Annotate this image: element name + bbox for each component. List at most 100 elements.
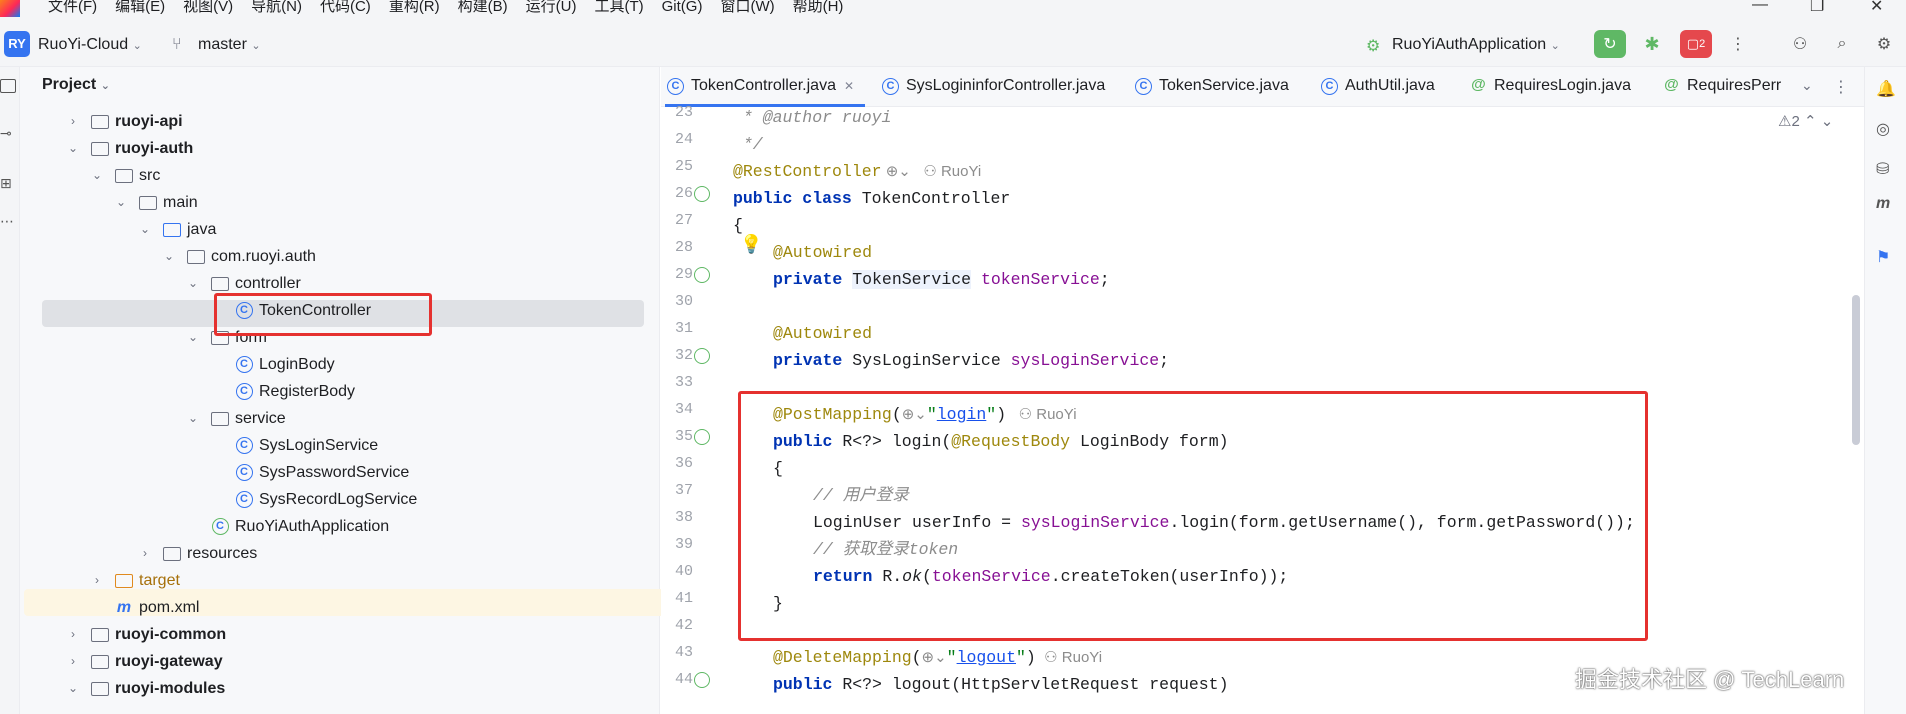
chevron-up-icon[interactable]: ⌃ bbox=[1804, 113, 1817, 130]
stop-button[interactable]: ▢ 2 bbox=[1680, 30, 1712, 58]
run-config-selector[interactable]: RuoYiAuthApplication ⌄ bbox=[1392, 36, 1560, 54]
endpoint-gutter-icon[interactable] bbox=[694, 429, 710, 445]
bean-gutter-icon[interactable] bbox=[694, 186, 710, 202]
endpoints-icon[interactable]: ⚑ bbox=[1876, 247, 1890, 267]
autowired-gutter-icon[interactable] bbox=[694, 348, 710, 364]
add-user-button[interactable]: ⚇ bbox=[1784, 30, 1816, 58]
autowired-gutter-icon[interactable] bbox=[694, 267, 710, 283]
database-icon[interactable]: ⛁ bbox=[1876, 159, 1889, 179]
tree-item-syspasswordservice[interactable]: C SysPasswordService bbox=[234, 459, 409, 486]
tab-sysloginifor[interactable]: C SysLogininforController.java bbox=[882, 77, 1105, 95]
tree-item-pom[interactable]: m pom.xml bbox=[114, 594, 200, 621]
lightbulb-icon[interactable]: 💡 bbox=[740, 233, 762, 260]
tree-item-service[interactable]: ⌄ service bbox=[186, 405, 286, 432]
tree-item-ruoyi-auth[interactable]: ⌄ ruoyi-auth bbox=[66, 135, 193, 162]
menu-edit[interactable]: 编辑(E) bbox=[115, 0, 165, 15]
endpoint-gutter-icon[interactable] bbox=[694, 672, 710, 688]
tree-item-ruoyi-api[interactable]: › ruoyi-api bbox=[66, 108, 183, 135]
menu-navigate[interactable]: 导航(N) bbox=[251, 0, 302, 15]
menu-refactor[interactable]: 重构(R) bbox=[389, 0, 440, 15]
line-number: 38 bbox=[674, 509, 693, 526]
tab-label: TokenService.java bbox=[1159, 77, 1289, 94]
chevron-down-icon: ⌄ bbox=[1550, 40, 1560, 52]
chevron-down-icon[interactable]: ⌄ bbox=[90, 162, 104, 189]
module-folder-icon bbox=[90, 114, 110, 130]
project-selector[interactable]: RuoYi-Cloud ⌄ bbox=[38, 36, 142, 54]
menu-build[interactable]: 构建(B) bbox=[458, 0, 508, 15]
tree-item-java[interactable]: ⌄ java bbox=[138, 216, 216, 243]
chevron-down-icon[interactable]: ⌄ bbox=[138, 216, 152, 243]
folder-icon[interactable] bbox=[0, 79, 16, 93]
tab-requiresperm[interactable]: @ RequiresPerr bbox=[1663, 77, 1783, 95]
tree-item-ruoyiauthapplication[interactable]: C RuoYiAuthApplication bbox=[210, 513, 389, 540]
inspection-widget[interactable]: ⚠2 ⌃ ⌄ bbox=[1778, 112, 1833, 130]
menu-view[interactable]: 视图(V) bbox=[183, 0, 233, 15]
menu-file[interactable]: 文件(F) bbox=[48, 0, 97, 15]
notifications-icon[interactable]: 🔔 bbox=[1876, 79, 1896, 99]
tree-item-sysrecordlogservice[interactable]: C SysRecordLogService bbox=[234, 486, 417, 513]
more-horizontal-icon[interactable]: ⋯ bbox=[0, 213, 14, 230]
type-name: SysLoginService bbox=[842, 351, 1011, 370]
menu-code[interactable]: 代码(C) bbox=[320, 0, 371, 15]
chevron-right-icon[interactable]: › bbox=[66, 648, 80, 675]
tree-item-ruoyi-common[interactable]: › ruoyi-common bbox=[66, 621, 226, 648]
project-badge[interactable]: RY bbox=[4, 31, 30, 57]
commit-icon[interactable]: ⊸ bbox=[0, 125, 12, 142]
tree-item-ruoyi-modules[interactable]: ⌄ ruoyi-modules bbox=[66, 675, 225, 702]
more-actions-button[interactable]: ⋮ bbox=[1722, 30, 1754, 58]
tab-authutil[interactable]: C AuthUtil.java bbox=[1321, 77, 1435, 95]
code-line-32: private SysLoginService sysLoginService; bbox=[773, 351, 1170, 370]
menu-run[interactable]: 运行(U) bbox=[526, 0, 577, 15]
tree-item-main[interactable]: ⌄ main bbox=[114, 189, 198, 216]
project-panel-title[interactable]: Project ⌄ bbox=[42, 76, 110, 94]
chevron-down-icon[interactable]: ⌄ bbox=[66, 135, 80, 162]
tree-item-src[interactable]: ⌄ src bbox=[90, 162, 160, 189]
tab-tokenservice[interactable]: C TokenService.java bbox=[1135, 77, 1289, 95]
close-icon[interactable]: ✕ bbox=[1870, 0, 1883, 16]
tree-label: SysLoginService bbox=[259, 437, 379, 454]
debug-button[interactable]: ✱ bbox=[1636, 30, 1668, 58]
tab-requireslogin[interactable]: @ RequiresLogin.java bbox=[1470, 77, 1631, 95]
structure-icon[interactable]: ⊞ bbox=[0, 175, 12, 192]
line-number: 31 bbox=[674, 320, 693, 337]
tree-item-package[interactable]: ⌄ com.ruoyi.auth bbox=[162, 243, 316, 270]
chevron-right-icon[interactable]: › bbox=[138, 540, 152, 567]
tree-item-resources[interactable]: › resources bbox=[138, 540, 257, 567]
chevron-down-icon[interactable]: ⌄ bbox=[66, 675, 80, 702]
tree-item-ruoyi-gateway[interactable]: › ruoyi-gateway bbox=[66, 648, 223, 675]
tree-item-sysloginservice[interactable]: C SysLoginService bbox=[234, 432, 378, 459]
globe-icon[interactable]: ⊕⌄ bbox=[882, 163, 915, 180]
chevron-down-icon[interactable]: ⌄ bbox=[1821, 113, 1834, 130]
tree-item-registerbody[interactable]: C RegisterBody bbox=[234, 378, 355, 405]
editor-scrollbar[interactable] bbox=[1852, 295, 1860, 445]
spring-boot-class-icon: C bbox=[210, 518, 230, 535]
tab-tokencontroller[interactable]: C TokenController.java ✕ bbox=[667, 77, 854, 95]
settings-button[interactable]: ⚙ bbox=[1868, 30, 1900, 58]
rerun-button[interactable]: ↻ bbox=[1594, 30, 1626, 58]
restore-icon[interactable]: ❐ bbox=[1810, 0, 1824, 16]
chevron-down-icon[interactable]: ⌄ bbox=[186, 324, 200, 351]
chevron-down-icon[interactable]: ⌄ bbox=[186, 405, 200, 432]
chevron-right-icon[interactable]: › bbox=[66, 621, 80, 648]
globe-icon[interactable]: ⊕⌄ bbox=[922, 649, 947, 666]
maven-icon[interactable]: m bbox=[1876, 195, 1890, 213]
tree-item-loginbody[interactable]: C LoginBody bbox=[234, 351, 335, 378]
minimize-icon[interactable]: — bbox=[1752, 0, 1768, 14]
ai-assistant-icon[interactable]: ◎ bbox=[1876, 119, 1890, 139]
menu-tools[interactable]: 工具(T) bbox=[594, 0, 643, 15]
chevron-down-icon[interactable]: ⌄ bbox=[186, 270, 200, 297]
tree-item-target[interactable]: › target bbox=[90, 567, 180, 594]
branch-selector[interactable]: master ⌄ bbox=[198, 36, 261, 54]
menu-help[interactable]: 帮助(H) bbox=[793, 0, 844, 15]
menu-window[interactable]: 窗口(W) bbox=[720, 0, 774, 15]
chevron-down-icon[interactable]: ⌄ bbox=[162, 243, 176, 270]
search-button[interactable]: ⌕ bbox=[1826, 30, 1858, 58]
tab-list-button[interactable]: ⌄ bbox=[1801, 77, 1813, 94]
chevron-right-icon[interactable]: › bbox=[90, 567, 104, 594]
close-icon[interactable]: ✕ bbox=[844, 79, 854, 93]
menu-git[interactable]: Git(G) bbox=[662, 0, 703, 15]
chevron-down-icon[interactable]: ⌄ bbox=[114, 189, 128, 216]
endpoint-path[interactable]: logout bbox=[957, 648, 1016, 667]
tab-more-button[interactable]: ⋮ bbox=[1833, 77, 1849, 97]
chevron-right-icon[interactable]: › bbox=[66, 108, 80, 135]
